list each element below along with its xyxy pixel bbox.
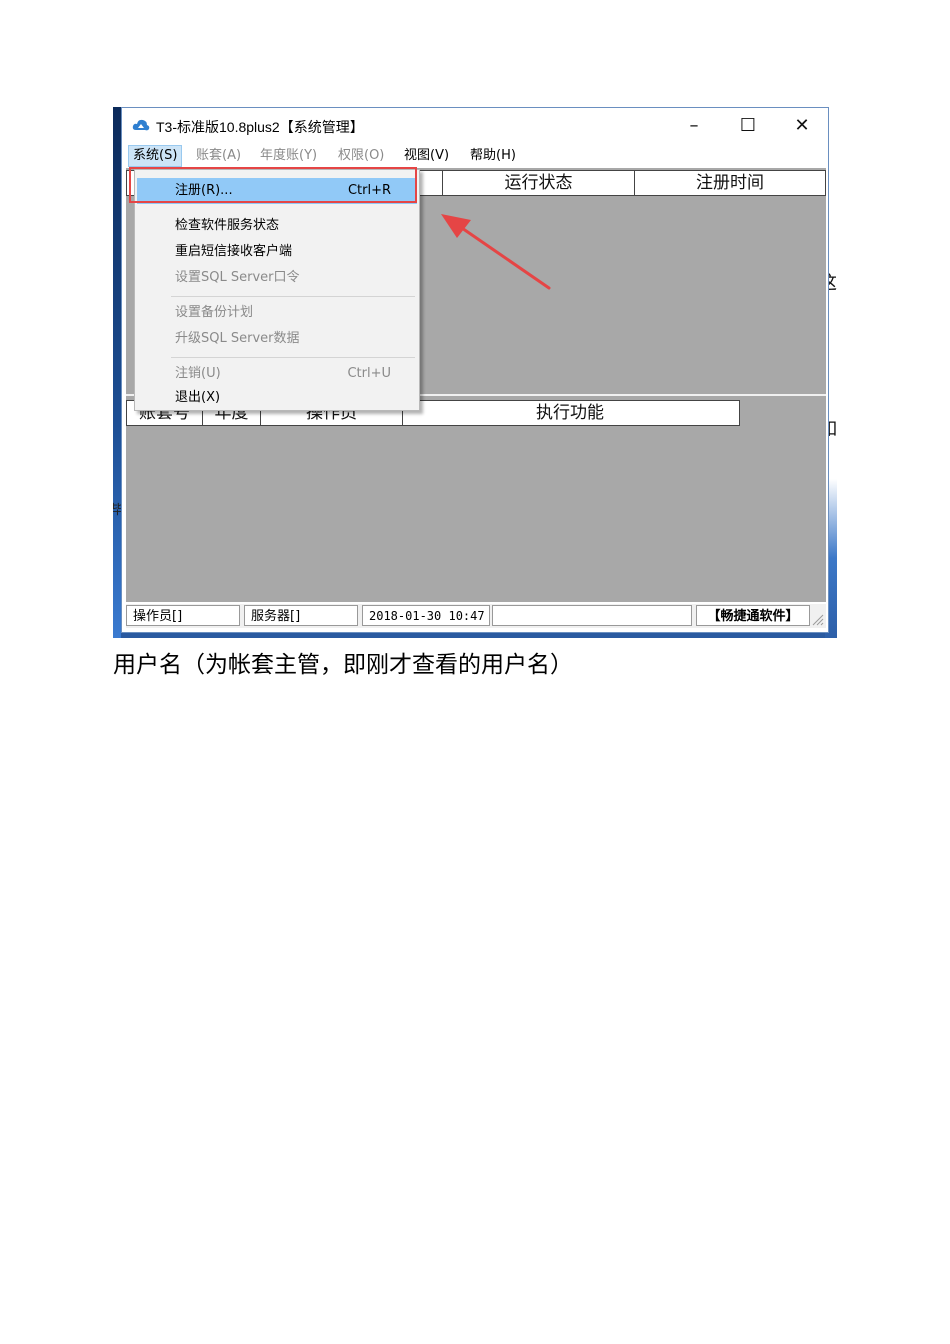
menu-separator <box>171 296 415 297</box>
menu-restart-sms-client[interactable]: 重启短信接收客户端 <box>137 239 417 265</box>
menu-help[interactable]: 帮助(H) <box>466 146 520 166</box>
status-server: 服务器[] <box>244 605 358 626</box>
menu-register[interactable]: 注册(R)... Ctrl+R <box>137 178 417 204</box>
annotation-arrow-icon <box>441 214 551 290</box>
menu-register-label: 注册(R)... <box>175 183 233 198</box>
menu-check-service-status-label: 检查软件服务状态 <box>175 218 280 233</box>
status-datetime: 2018-01-30 10:47 <box>362 605 490 626</box>
caption-text: 用户名（为帐套主管，即刚才查看的用户名） <box>113 652 573 678</box>
window-title: T3-标准版10.8plus2【系统管理】 <box>156 119 364 135</box>
status-operator: 操作员[] <box>126 605 240 626</box>
desktop-background-left <box>113 107 121 638</box>
app-window: T3-标准版10.8plus2【系统管理】 – ☐ ✕ 系统(S) 账套(A) … <box>121 107 829 633</box>
resize-grip-icon[interactable] <box>812 614 824 626</box>
menu-upgrade-sql-data[interactable]: 升级SQL Server数据 <box>137 326 417 352</box>
menu-permissions[interactable]: 权限(O) <box>334 146 388 166</box>
cloud-app-icon <box>132 119 150 131</box>
menu-bar: 系统(S) 账套(A) 年度账(Y) 权限(O) 视图(V) 帮助(H) <box>122 144 828 168</box>
menu-annual-account[interactable]: 年度账(Y) <box>256 146 321 166</box>
status-empty <box>492 605 692 626</box>
menu-account-set[interactable]: 账套(A) <box>192 146 245 166</box>
header-register-time[interactable]: 注册时间 <box>635 171 825 195</box>
menu-view[interactable]: 视图(V) <box>400 146 453 166</box>
menu-logout-label: 注销(U) <box>175 366 221 381</box>
menu-logout-shortcut: Ctrl+U <box>347 366 391 381</box>
close-button[interactable]: ✕ <box>782 113 822 139</box>
menu-exit-label: 退出(X) <box>175 390 221 405</box>
menu-system[interactable]: 系统(S) <box>128 145 183 167</box>
menu-separator <box>171 357 415 358</box>
minimize-button[interactable]: – <box>674 113 714 139</box>
status-bar: 操作员[] 服务器[] 2018-01-30 10:47 【畅捷通软件】 <box>126 604 826 628</box>
maximize-button[interactable]: ☐ <box>728 113 768 139</box>
menu-upgrade-sql-data-label: 升级SQL Server数据 <box>175 331 300 346</box>
menu-set-sql-password[interactable]: 设置SQL Server口令 <box>137 265 417 291</box>
menu-set-backup-plan[interactable]: 设置备份计划 <box>137 300 417 326</box>
menu-set-backup-plan-label: 设置备份计划 <box>175 305 254 320</box>
title-bar[interactable]: T3-标准版10.8plus2【系统管理】 – ☐ ✕ <box>122 108 828 144</box>
menu-set-sql-password-label: 设置SQL Server口令 <box>175 270 300 285</box>
header-run-status[interactable]: 运行状态 <box>443 171 635 195</box>
menu-check-service-status[interactable]: 检查软件服务状态 <box>137 213 417 239</box>
system-menu-dropdown: 注册(R)... Ctrl+R 检查软件服务状态 重启短信接收客户端 设置SQL… <box>134 169 420 411</box>
menu-register-shortcut: Ctrl+R <box>347 183 391 198</box>
status-brand: 【畅捷通软件】 <box>696 605 810 626</box>
menu-restart-sms-client-label: 重启短信接收客户端 <box>175 244 293 259</box>
screenshot: 毕 这 如 T3-标准版10.8plus2【系统管理】 – ☐ ✕ 系统(S) … <box>113 107 837 638</box>
header-executed-function[interactable]: 执行功能 <box>403 401 737 425</box>
menu-exit[interactable]: 退出(X) <box>137 387 417 409</box>
menu-logout[interactable]: 注销(U) Ctrl+U <box>137 361 417 387</box>
